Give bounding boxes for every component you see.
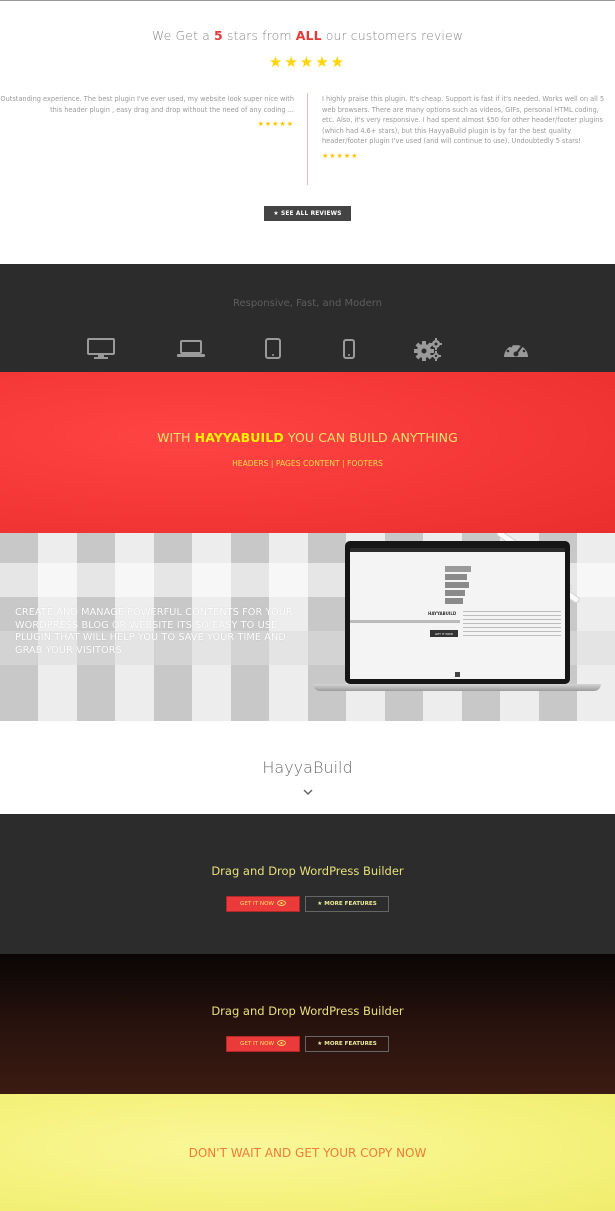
mobile-icon [333, 336, 365, 362]
red-banner-subtitle: HEADERS | PAGES CONTENT | FOOTERS [232, 459, 383, 468]
get-it-now-button[interactable]: GET IT NOW [226, 1036, 300, 1052]
star-icon: ★ [317, 901, 323, 907]
more-features-button[interactable]: ★ MORE FEATURES [305, 1036, 389, 1052]
rating-stars: ★★★★★ [268, 53, 347, 71]
chevron-down-icon[interactable] [301, 783, 315, 796]
get-copy-title[interactable]: DON'T WAIT AND GET YOUR COPY NOW [0, 1146, 615, 1160]
cta-section-dark: Drag and Drop WordPress Builder GET IT N… [0, 814, 615, 954]
screen-get-button: GET IT NOW [430, 630, 458, 637]
cta-section-gradient: Drag and Drop WordPress Builder GET IT N… [0, 954, 615, 1094]
screen-text-lines [463, 611, 561, 637]
more-features-button[interactable]: ★ MORE FEATURES [305, 896, 389, 912]
reviews-title-post: our customers review [321, 28, 464, 43]
laptop-screen-content: HAYYABUILD GET IT NOW [350, 548, 565, 679]
red-banner-title-pre: WITH [157, 430, 195, 445]
reviews-title-number: 5 [213, 28, 223, 43]
screen-line [350, 620, 460, 623]
cta-title: Drag and Drop WordPress Builder [211, 864, 404, 878]
reviews-title: We Get a 5 stars from ALL our customers … [0, 28, 615, 43]
reviews-section: We Get a 5 stars from ALL our customers … [0, 0, 615, 264]
hayyabuild-title: HayyaBuild [262, 758, 353, 777]
hayyabuild-title-section: HayyaBuild [0, 721, 615, 814]
gears-icon [412, 336, 444, 362]
screen-scroll-marker [455, 672, 460, 677]
dashboard-icon [500, 336, 532, 362]
review-right-text: I highly praise this plugin. It's cheap.… [322, 95, 605, 146]
red-banner-title-post: YOU CAN BUILD ANYTHING [283, 430, 458, 445]
laptop-showcase-section: CREATE AND MANAGE POWERFUL CONTENTS FOR … [0, 533, 615, 721]
desktop-icon [85, 336, 117, 362]
star-icon: ★ [317, 1041, 323, 1047]
responsive-section: Responsive, Fast, and Modern [0, 264, 615, 372]
review-divider [307, 93, 308, 185]
reviews-title-pre: We Get a [151, 28, 214, 43]
red-banner-brand: HAYYABUILD [194, 430, 284, 445]
see-all-reviews-button[interactable]: ★ SEE ALL REVIEWS [264, 206, 351, 221]
responsive-title: Responsive, Fast, and Modern [232, 298, 383, 309]
cta-title: Drag and Drop WordPress Builder [211, 1004, 404, 1018]
review-right: I highly praise this plugin. It's cheap.… [322, 94, 610, 162]
review-left-stars: ★★★★★ [257, 120, 294, 129]
red-banner-section: WITH HAYYABUILD YOU CAN BUILD ANYTHING H… [0, 372, 615, 533]
eye-icon [277, 1040, 286, 1048]
screen-menu [445, 566, 475, 616]
review-left: Outstanding experience. The best plugin … [0, 94, 296, 130]
get-it-now-label: GET IT NOW [239, 1041, 275, 1047]
eye-icon [277, 900, 286, 908]
screen-brand: HAYYABUILD [428, 611, 457, 616]
get-it-now-label: GET IT NOW [239, 901, 275, 907]
review-right-stars: ★★★★★ [322, 151, 359, 160]
reviews-title-mid: stars from [222, 28, 296, 43]
get-it-now-button[interactable]: GET IT NOW [226, 896, 300, 912]
laptop-image: HAYYABUILD GET IT NOW [345, 541, 570, 684]
more-features-label: MORE FEATURES [324, 901, 377, 907]
laptop-icon [175, 336, 207, 362]
laptop-promo-text: CREATE AND MANAGE POWERFUL CONTENTS FOR … [15, 607, 293, 656]
more-features-label: MORE FEATURES [324, 1041, 377, 1047]
laptop-base [313, 684, 601, 691]
tablet-icon [257, 336, 289, 362]
screen-topbar [350, 548, 565, 552]
get-copy-section: DON'T WAIT AND GET YOUR COPY NOW [0, 1094, 615, 1211]
reviews-title-all: ALL [295, 28, 322, 43]
review-left-text: Outstanding experience. The best plugin … [0, 95, 294, 114]
red-banner-title: WITH HAYYABUILD YOU CAN BUILD ANYTHING [0, 430, 615, 445]
